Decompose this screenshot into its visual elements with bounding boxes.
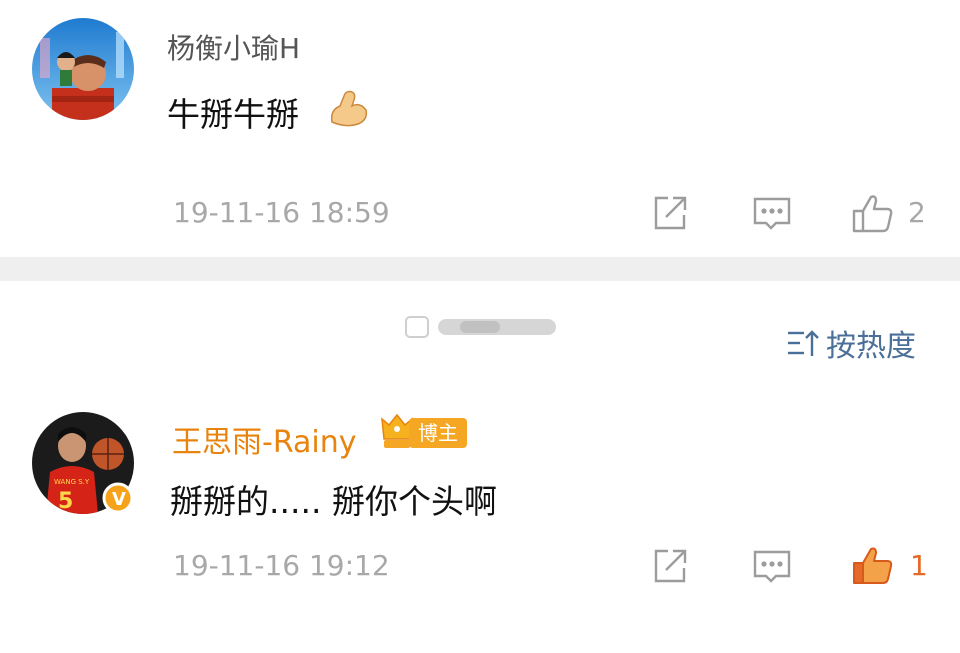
share-icon[interactable]: [650, 193, 690, 233]
comment-text: 掰掰的..... 掰你个头啊: [170, 482, 497, 521]
avatar[interactable]: WANG S.Y 5 V: [32, 412, 134, 514]
username[interactable]: 王思雨-Rainy: [172, 417, 357, 461]
blogger-badge: 博主: [409, 418, 467, 448]
liked-icon[interactable]: [851, 543, 893, 584]
like-count: 1: [910, 549, 928, 582]
like-count: 2: [908, 196, 926, 229]
svg-text:V: V: [112, 489, 126, 510]
comment-timestamp: 19-11-16 18:59: [173, 196, 390, 229]
avatar-image: [32, 18, 134, 120]
share-icon[interactable]: [650, 546, 690, 586]
section-divider: [0, 257, 960, 281]
jersey-number: 5: [58, 489, 73, 514]
avatar[interactable]: [32, 18, 134, 120]
sort-by-hot-button[interactable]: 按热度: [786, 325, 916, 364]
comment-timestamp: 19-11-16 19:12: [173, 549, 390, 582]
sort-label: 按热度: [826, 329, 916, 364]
comment-icon[interactable]: [752, 193, 792, 233]
comment-icon[interactable]: [752, 546, 792, 586]
blurred-header-element: [404, 315, 560, 339]
comment-text: 牛掰牛掰: [167, 95, 299, 134]
username[interactable]: 杨衡小瑜H: [167, 27, 300, 67]
sort-icon: [788, 330, 819, 356]
like-icon[interactable]: [851, 191, 893, 233]
flexed-biceps-emoji-icon: [326, 86, 370, 130]
avatar-image: WANG S.Y 5 V: [32, 412, 134, 514]
jersey-name: WANG S.Y: [54, 478, 90, 486]
